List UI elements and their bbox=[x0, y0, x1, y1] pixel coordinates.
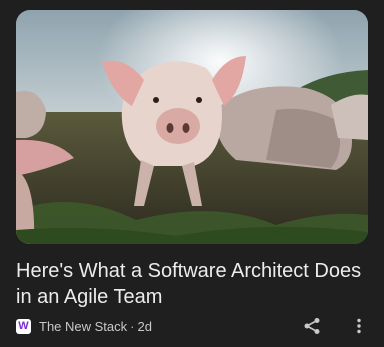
share-icon bbox=[304, 318, 320, 334]
article-meta: W The New Stack · 2d bbox=[16, 316, 152, 336]
source-logo-icon: W bbox=[16, 318, 31, 334]
article-headline[interactable]: Here's What a Software Architect Does in… bbox=[16, 258, 372, 310]
more-options-button[interactable] bbox=[350, 315, 368, 337]
source-name[interactable]: The New Stack bbox=[39, 319, 127, 334]
share-button[interactable] bbox=[300, 315, 324, 337]
source-logo-letter: W bbox=[18, 319, 29, 332]
article-image[interactable] bbox=[16, 10, 368, 244]
pigs-photo bbox=[16, 10, 368, 244]
article-age: 2d bbox=[137, 318, 152, 334]
more-vert-icon bbox=[357, 318, 361, 334]
news-card[interactable]: Here's What a Software Architect Does in… bbox=[0, 0, 384, 347]
meta-separator: · bbox=[130, 318, 135, 334]
